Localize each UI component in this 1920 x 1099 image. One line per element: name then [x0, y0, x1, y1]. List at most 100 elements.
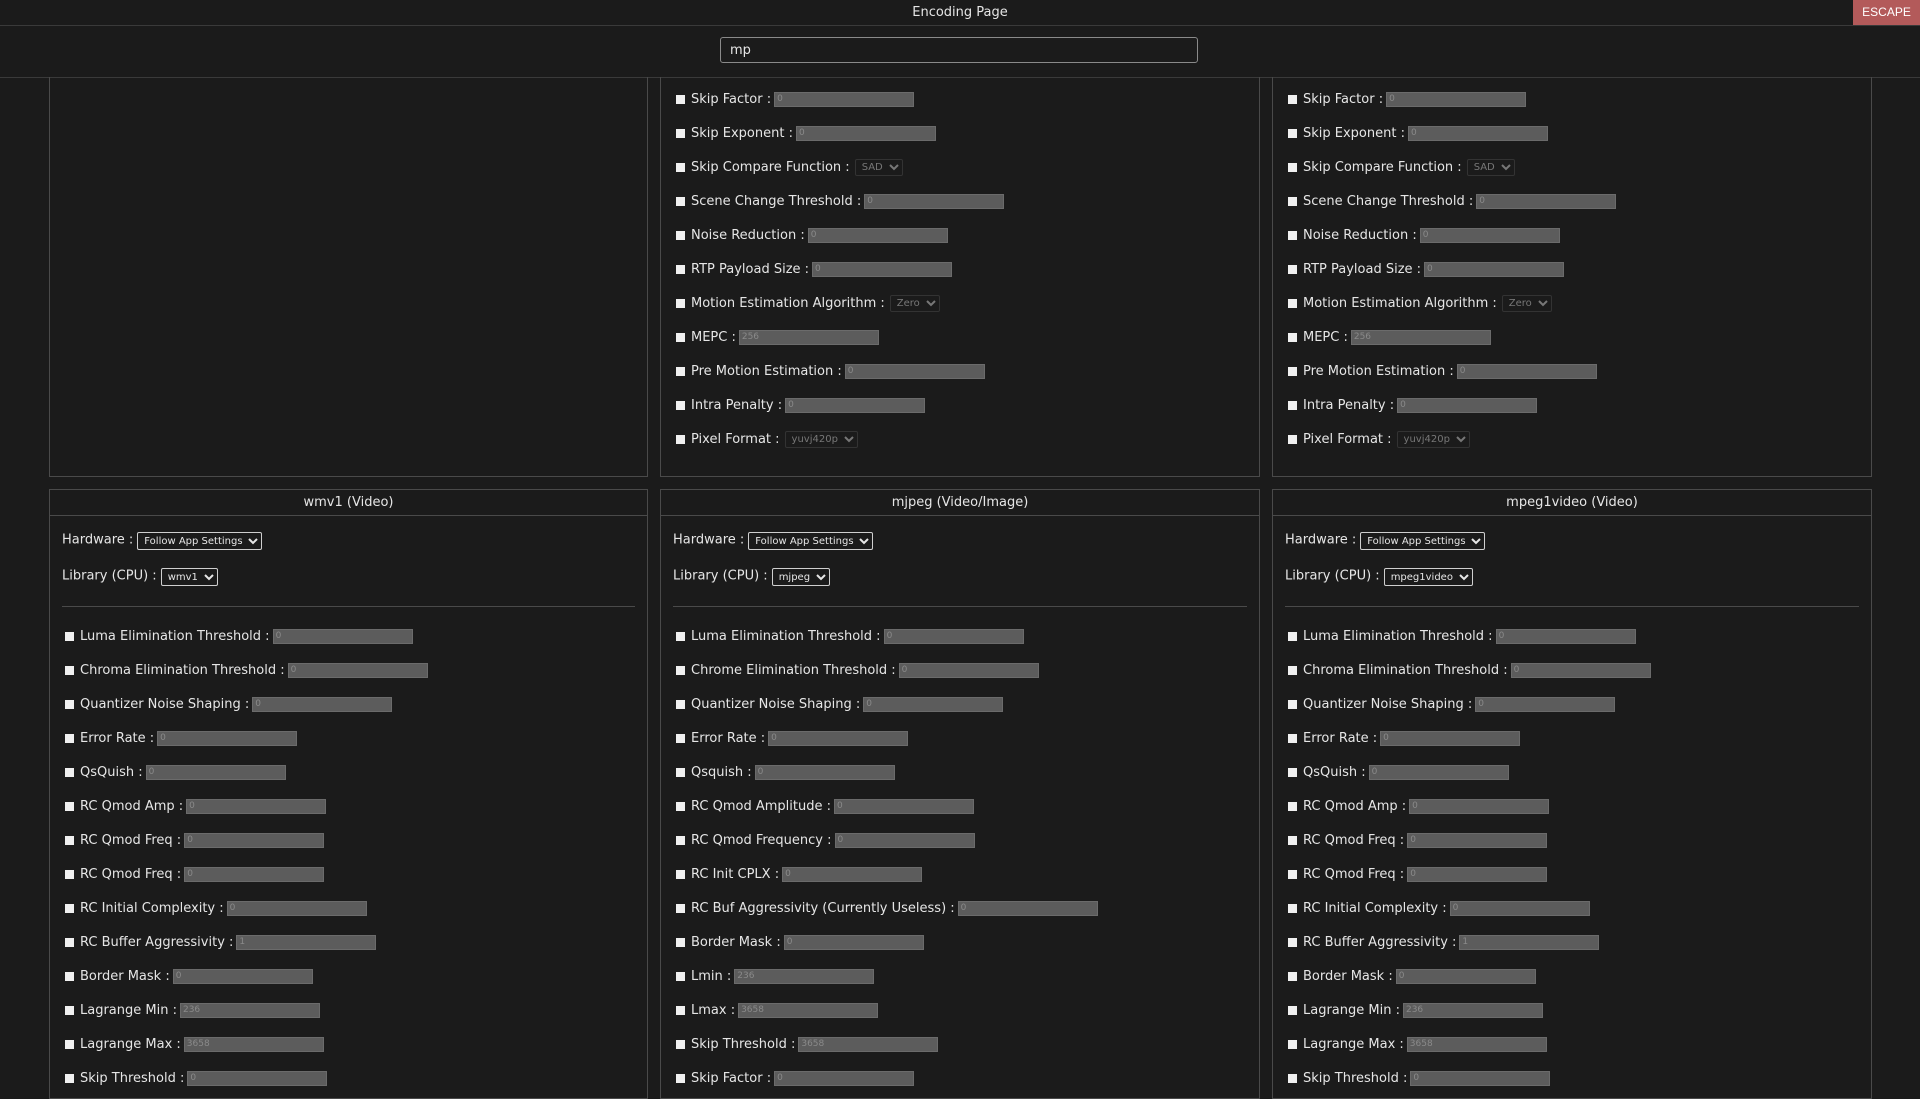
option-select[interactable]: Zero: [1501, 294, 1552, 312]
option-checkbox[interactable]: [1288, 835, 1297, 845]
option-input[interactable]: 0: [1475, 696, 1616, 712]
option-input[interactable]: 0: [807, 227, 948, 243]
library-select[interactable]: mjpeg: [771, 568, 830, 586]
option-checkbox[interactable]: [1288, 971, 1297, 981]
option-checkbox[interactable]: [65, 665, 74, 675]
option-checkbox[interactable]: [65, 631, 74, 641]
option-input[interactable]: 0: [863, 696, 1004, 712]
option-select[interactable]: yuvj420p: [784, 430, 858, 448]
option-input[interactable]: 0: [782, 866, 923, 882]
option-checkbox[interactable]: [676, 733, 685, 743]
option-input[interactable]: 3658: [1406, 1036, 1547, 1052]
option-checkbox[interactable]: [1288, 699, 1297, 709]
option-input[interactable]: 0: [186, 798, 327, 814]
option-input[interactable]: 0: [272, 628, 413, 644]
hardware-select[interactable]: Follow App Settings: [748, 532, 874, 550]
option-checkbox[interactable]: [65, 835, 74, 845]
option-checkbox[interactable]: [676, 665, 685, 675]
option-input[interactable]: 0: [287, 662, 428, 678]
option-checkbox[interactable]: [65, 1073, 74, 1083]
option-checkbox[interactable]: [65, 1005, 74, 1015]
option-checkbox[interactable]: [1288, 1073, 1297, 1083]
option-checkbox[interactable]: [676, 298, 685, 308]
option-checkbox[interactable]: [676, 162, 685, 172]
option-input[interactable]: 0: [833, 798, 974, 814]
option-checkbox[interactable]: [1288, 298, 1297, 308]
option-input[interactable]: 0: [145, 764, 286, 780]
option-checkbox[interactable]: [676, 699, 685, 709]
option-checkbox[interactable]: [1288, 937, 1297, 947]
option-checkbox[interactable]: [1288, 767, 1297, 777]
option-input[interactable]: 0: [754, 764, 895, 780]
option-checkbox[interactable]: [1288, 230, 1297, 240]
option-checkbox[interactable]: [676, 767, 685, 777]
option-checkbox[interactable]: [65, 699, 74, 709]
option-checkbox[interactable]: [676, 128, 685, 138]
option-checkbox[interactable]: [1288, 631, 1297, 641]
option-select[interactable]: SAD: [1466, 158, 1515, 176]
option-checkbox[interactable]: [676, 869, 685, 879]
option-checkbox[interactable]: [676, 631, 685, 641]
option-checkbox[interactable]: [1288, 434, 1297, 444]
option-input[interactable]: 0: [774, 1070, 915, 1086]
option-input[interactable]: 0: [783, 934, 924, 950]
option-input[interactable]: 0: [1419, 227, 1560, 243]
option-input[interactable]: 0: [184, 866, 325, 882]
option-checkbox[interactable]: [65, 903, 74, 913]
option-checkbox[interactable]: [676, 903, 685, 913]
option-input[interactable]: 0: [957, 900, 1098, 916]
option-input[interactable]: 3658: [798, 1036, 939, 1052]
option-checkbox[interactable]: [1288, 869, 1297, 879]
option-input[interactable]: 0: [844, 363, 985, 379]
option-input[interactable]: 236: [179, 1002, 320, 1018]
option-input[interactable]: 0: [1456, 363, 1597, 379]
hardware-select[interactable]: Follow App Settings: [1360, 532, 1486, 550]
option-input[interactable]: 0: [768, 730, 909, 746]
option-checkbox[interactable]: [1288, 903, 1297, 913]
escape-button[interactable]: ESCAPE: [1853, 0, 1920, 25]
option-checkbox[interactable]: [676, 230, 685, 240]
hardware-select[interactable]: Follow App Settings: [137, 532, 263, 550]
option-select[interactable]: Zero: [889, 294, 940, 312]
option-checkbox[interactable]: [676, 196, 685, 206]
option-input[interactable]: 1: [236, 934, 377, 950]
option-input[interactable]: 0: [1368, 764, 1509, 780]
option-input[interactable]: 0: [252, 696, 393, 712]
option-input[interactable]: 0: [795, 125, 936, 141]
option-checkbox[interactable]: [1288, 94, 1297, 104]
option-input[interactable]: 3658: [183, 1036, 324, 1052]
option-checkbox[interactable]: [1288, 1005, 1297, 1015]
option-select[interactable]: SAD: [854, 158, 903, 176]
library-select[interactable]: mpeg1video: [1383, 568, 1473, 586]
option-input[interactable]: 1: [1459, 934, 1600, 950]
option-input[interactable]: 0: [1495, 628, 1636, 644]
option-checkbox[interactable]: [1288, 196, 1297, 206]
option-checkbox[interactable]: [676, 366, 685, 376]
option-checkbox[interactable]: [676, 332, 685, 342]
option-checkbox[interactable]: [676, 434, 685, 444]
option-select[interactable]: yuvj420p: [1396, 430, 1470, 448]
option-checkbox[interactable]: [676, 400, 685, 410]
option-checkbox[interactable]: [1288, 733, 1297, 743]
option-checkbox[interactable]: [676, 971, 685, 981]
option-checkbox[interactable]: [676, 835, 685, 845]
option-input[interactable]: 0: [785, 397, 926, 413]
option-checkbox[interactable]: [676, 1005, 685, 1015]
option-input[interactable]: 0: [864, 193, 1005, 209]
option-checkbox[interactable]: [676, 1073, 685, 1083]
option-checkbox[interactable]: [65, 801, 74, 811]
option-input[interactable]: 0: [1410, 1070, 1551, 1086]
option-input[interactable]: 0: [1476, 193, 1617, 209]
option-checkbox[interactable]: [65, 733, 74, 743]
option-checkbox[interactable]: [1288, 162, 1297, 172]
option-input[interactable]: 0: [834, 832, 975, 848]
option-checkbox[interactable]: [676, 1039, 685, 1049]
option-checkbox[interactable]: [65, 937, 74, 947]
option-input[interactable]: 0: [1380, 730, 1521, 746]
option-checkbox[interactable]: [65, 869, 74, 879]
option-input[interactable]: 0: [1395, 968, 1536, 984]
option-input[interactable]: 256: [1350, 329, 1491, 345]
option-input[interactable]: 0: [1449, 900, 1590, 916]
option-input[interactable]: 0: [898, 662, 1039, 678]
option-input[interactable]: 0: [187, 1070, 328, 1086]
